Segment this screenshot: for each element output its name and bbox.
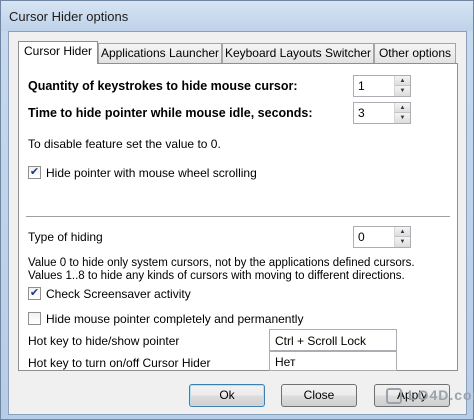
screensaver-label: Check Screensaver activity (46, 287, 191, 301)
close-button[interactable]: Close (281, 384, 357, 407)
hotkey-show-value: Ctrl + Scroll Lock (275, 334, 367, 348)
permanent-hide-label: Hide mouse pointer completely and perman… (46, 312, 304, 326)
checkmark-icon: ✔ (29, 166, 40, 178)
hiding-type-label: Type of hiding (28, 230, 103, 244)
hiding-type-value: 0 (358, 230, 365, 244)
checkmark-icon: ✔ (29, 287, 40, 299)
spinner-buttons: ▲ ▼ (394, 227, 410, 247)
keystrokes-spinner[interactable]: 1 ▲ ▼ (353, 75, 411, 97)
spin-up-icon[interactable]: ▲ (395, 76, 410, 86)
spin-down-icon[interactable]: ▼ (395, 86, 410, 96)
tab-label: Applications Launcher (100, 46, 220, 60)
spinner-buttons: ▲ ▼ (394, 76, 410, 96)
tab-label: Other options (378, 46, 452, 60)
keystrokes-value: 1 (358, 79, 365, 93)
tab-other-options[interactable]: Other options (374, 43, 456, 63)
idle-time-label: Time to hide pointer while mouse idle, s… (28, 106, 313, 120)
hotkey-show-field[interactable]: Ctrl + Scroll Lock (269, 329, 397, 351)
idle-time-spinner[interactable]: 3 ▲ ▼ (353, 102, 411, 124)
wheel-scroll-checkbox[interactable]: ✔ (28, 166, 41, 179)
hotkey-toggle-label: Hot key to turn on/off Cursor Hider (28, 356, 211, 370)
hotkey-toggle-value: Нет (275, 355, 296, 369)
tab-label: Cursor Hider (23, 44, 92, 58)
tab-keyboard-layouts-switcher[interactable]: Keyboard Layouts Switcher (222, 43, 374, 63)
spin-down-icon[interactable]: ▼ (395, 113, 410, 123)
ok-button[interactable]: Ok (189, 384, 265, 407)
hiding-desc-line-2: Values 1..8 to hide any kinds of cursors… (28, 270, 405, 282)
dialog-client-area: Cursor Hider Applications Launcher Keybo… (8, 31, 467, 415)
watermark-text: LO4D.com (408, 387, 474, 403)
separator (26, 216, 450, 218)
watermark: LO4D.com (386, 386, 474, 408)
wheel-scroll-label: Hide pointer with mouse wheel scrolling (46, 166, 257, 180)
spin-down-icon[interactable]: ▼ (395, 237, 410, 247)
disable-hint: To disable feature set the value to 0. (28, 137, 221, 151)
title-bar[interactable]: Cursor Hider options (1, 1, 473, 31)
tab-cursor-hider[interactable]: Cursor Hider (18, 41, 98, 64)
options-window: Cursor Hider options Cursor Hider Applic… (0, 0, 474, 420)
screensaver-checkbox[interactable]: ✔ (28, 287, 41, 300)
keystrokes-label: Quantity of keystrokes to hide mouse cur… (28, 79, 298, 93)
spinner-buttons: ▲ ▼ (394, 103, 410, 123)
permanent-hide-checkbox[interactable] (28, 312, 41, 325)
hotkey-show-label: Hot key to hide/show pointer (28, 334, 180, 348)
spin-up-icon[interactable]: ▲ (395, 227, 410, 237)
spin-up-icon[interactable]: ▲ (395, 103, 410, 113)
hotkey-toggle-field[interactable]: Нет (269, 351, 397, 371)
hiding-desc-line-1: Value 0 to hide only system cursors, not… (28, 257, 415, 269)
window-title: Cursor Hider options (9, 9, 129, 24)
idle-time-value: 3 (358, 106, 365, 120)
hiding-type-spinner[interactable]: 0 ▲ ▼ (353, 226, 411, 248)
tab-applications-launcher[interactable]: Applications Launcher (98, 43, 222, 63)
watermark-logo-icon (386, 388, 402, 404)
cursor-hider-panel: Quantity of keystrokes to hide mouse cur… (18, 63, 458, 371)
tab-label: Keyboard Layouts Switcher (224, 46, 372, 60)
